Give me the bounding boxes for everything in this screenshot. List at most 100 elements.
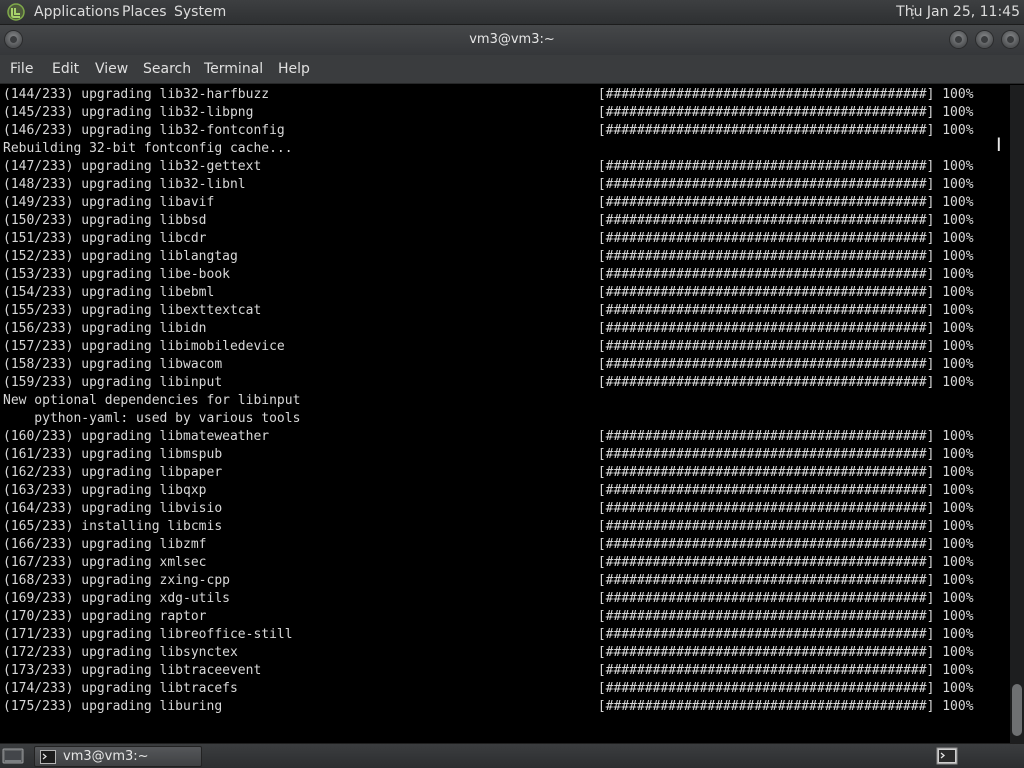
progress-bar-text: [#######################################… (597, 573, 935, 588)
terminal-line-text: (162/233) upgrading libpaper (3, 465, 223, 480)
terminal-line-padding (207, 213, 598, 228)
terminal-line-text: (152/233) upgrading liblangtag (3, 249, 238, 264)
terminal-line-text: (153/233) upgrading libe-book (3, 267, 230, 282)
terminal-line: (152/233) upgrading liblangtag [########… (3, 248, 974, 266)
terminal-line: (151/233) upgrading libcdr [############… (3, 230, 974, 248)
terminal-line: (156/233) upgrading libidn [############… (3, 320, 974, 338)
terminal-line-padding (222, 501, 598, 516)
terminal-line: (169/233) upgrading xdg-utils [#########… (3, 590, 974, 608)
system-menu[interactable]: System (174, 4, 226, 21)
text-cursor-icon: I (996, 134, 1002, 156)
terminal-line: (175/233) upgrading liburing [##########… (3, 698, 974, 716)
progress-bar-text: [#######################################… (597, 321, 935, 336)
progress-percent: 100% (934, 573, 974, 588)
progress-bar-text: [#######################################… (597, 429, 935, 444)
progress-percent: 100% (934, 537, 974, 552)
terminal-line-text: New optional dependencies for libinput (3, 393, 301, 408)
minimize-button[interactable] (950, 31, 967, 48)
progress-bar-text: [#######################################… (597, 465, 935, 480)
terminal-line: (162/233) upgrading libpaper [##########… (3, 464, 974, 482)
show-desktop-icon[interactable] (2, 747, 24, 765)
terminal-line: (167/233) upgrading xmlsec [############… (3, 554, 974, 572)
terminal-line-text: (156/233) upgrading libidn (3, 321, 207, 336)
progress-percent: 100% (934, 177, 974, 192)
maximize-button[interactable] (976, 31, 993, 48)
terminal-line-text: (157/233) upgrading libimobiledevice (3, 339, 285, 354)
progress-percent: 100% (934, 555, 974, 570)
progress-percent: 100% (934, 339, 974, 354)
menu-view[interactable]: View (95, 61, 128, 78)
terminal-line-padding (222, 357, 598, 372)
terminal-line: (157/233) upgrading libimobiledevice [##… (3, 338, 974, 356)
terminal-line-text: (166/233) upgrading libzmf (3, 537, 207, 552)
terminal-line-padding (222, 699, 598, 714)
progress-bar-text: [#######################################… (597, 177, 935, 192)
terminal-line-padding (222, 465, 598, 480)
terminal-output[interactable]: (144/233) upgrading lib32-harfbuzz [####… (0, 85, 1010, 743)
terminal-line-padding (214, 285, 598, 300)
menu-edit[interactable]: Edit (52, 61, 79, 78)
terminal-line-padding (222, 375, 598, 390)
terminal-line: (154/233) upgrading libebml [###########… (3, 284, 974, 302)
terminal-line-padding (246, 177, 598, 192)
terminal-line-padding (207, 537, 598, 552)
terminal-icon[interactable] (936, 747, 958, 765)
terminal-scrollbar[interactable] (1010, 85, 1024, 743)
menu-search[interactable]: Search (143, 61, 191, 78)
terminal-line-text: (172/233) upgrading libsynctex (3, 645, 238, 660)
terminal-line-padding (222, 519, 598, 534)
progress-bar-text: [#######################################… (597, 501, 935, 516)
terminal-line-text: (145/233) upgrading lib32-libpng (3, 105, 254, 120)
clock[interactable]: Thu Jan 25, 11:45 (896, 4, 1020, 20)
terminal-line-text: (168/233) upgrading zxing-cpp (3, 573, 230, 588)
taskbar-window-button[interactable]: vm3@vm3:~ (34, 746, 202, 767)
progress-bar-text: [#######################################… (597, 483, 935, 498)
window-titlebar[interactable]: vm3@vm3:~ (0, 25, 1024, 55)
terminal-line-padding (222, 447, 598, 462)
terminal-line-padding (207, 609, 598, 624)
progress-bar-text: [#######################################… (597, 357, 935, 372)
progress-percent: 100% (934, 123, 974, 138)
progress-bar-text: [#######################################… (597, 375, 935, 390)
terminal-line-padding (253, 105, 597, 120)
terminal-line-text: (175/233) upgrading liburing (3, 699, 223, 714)
terminal-line-padding (285, 339, 598, 354)
terminal-line: (155/233) upgrading libexttextcat [#####… (3, 302, 974, 320)
progress-bar-text: [#######################################… (597, 591, 935, 606)
terminal-line-text: python-yaml: used by various tools (3, 411, 301, 426)
terminal-lines: (144/233) upgrading lib32-harfbuzz [####… (3, 86, 974, 716)
progress-bar-text: [#######################################… (597, 195, 935, 210)
terminal-line-text: (147/233) upgrading lib32-gettext (3, 159, 262, 174)
terminal-line-padding (214, 195, 598, 210)
progress-bar-text: [#######################################… (597, 303, 935, 318)
terminal-line-padding (207, 231, 598, 246)
places-menu[interactable]: Places (122, 4, 167, 21)
terminal-line-text: (159/233) upgrading libinput (3, 375, 223, 390)
menu-terminal[interactable]: Terminal (204, 61, 263, 78)
terminal-line: (145/233) upgrading lib32-libpng [######… (3, 104, 974, 122)
progress-percent: 100% (934, 321, 974, 336)
terminal-line: (173/233) upgrading libtraceevent [#####… (3, 662, 974, 680)
terminal-line-text: (161/233) upgrading libmspub (3, 447, 223, 462)
progress-percent: 100% (934, 699, 974, 714)
bottom-panel: vm3@vm3:~ (0, 743, 1024, 768)
progress-bar-text: [#######################################… (597, 555, 935, 570)
applications-menu[interactable]: Applications (34, 4, 120, 21)
progress-percent: 100% (934, 213, 974, 228)
terminal-line: (168/233) upgrading zxing-cpp [#########… (3, 572, 974, 590)
progress-bar-text: [#######################################… (597, 231, 935, 246)
close-button[interactable] (1002, 31, 1019, 48)
terminal-line-padding (269, 87, 598, 102)
terminal-line-text: (144/233) upgrading lib32-harfbuzz (3, 87, 270, 102)
terminal-line-padding (285, 123, 598, 138)
terminal-line-text: (151/233) upgrading libcdr (3, 231, 207, 246)
terminal-line: New optional dependencies for libinput (3, 392, 974, 410)
menu-file[interactable]: File (10, 61, 33, 78)
terminal-line-text: (173/233) upgrading libtraceevent (3, 663, 262, 678)
menu-help[interactable]: Help (278, 61, 310, 78)
terminal-line-text: (174/233) upgrading libtracefs (3, 681, 238, 696)
progress-percent: 100% (934, 483, 974, 498)
terminal-line: python-yaml: used by various tools (3, 410, 974, 428)
scrollbar-thumb[interactable] (1012, 683, 1022, 737)
distro-logo-icon[interactable] (6, 3, 26, 21)
